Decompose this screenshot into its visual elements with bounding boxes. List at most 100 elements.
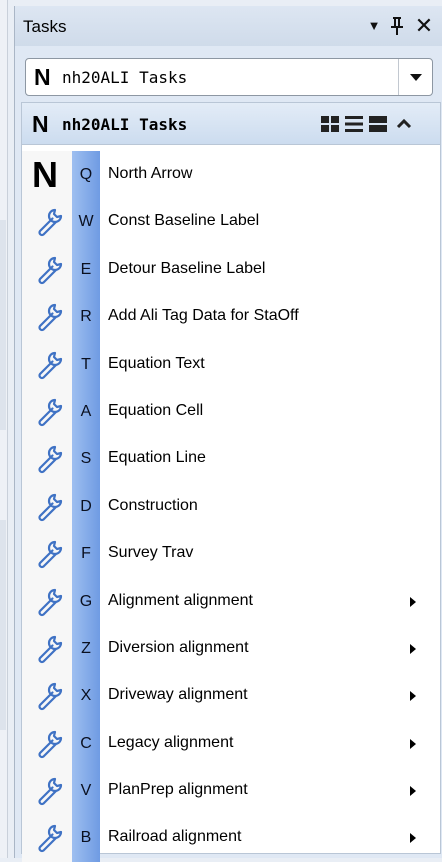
task-key-cell: X (72, 672, 100, 720)
task-shortcut-key: E (80, 260, 92, 278)
submenu-arrow-icon (410, 833, 416, 844)
task-key-cell: T (72, 340, 100, 388)
task-label: North Arrow (108, 165, 193, 182)
wrench-icon (34, 776, 64, 806)
task-item[interactable]: E Detour Baseline Label (22, 245, 440, 294)
wrench-icon (34, 681, 64, 711)
task-item[interactable]: X Driveway alignment (22, 672, 440, 720)
task-item[interactable]: W Const Baseline Label (22, 198, 440, 246)
task-item[interactable]: F Survey Trav (22, 530, 440, 578)
task-item[interactable]: R Add Ali Tag Data for StaOff (22, 293, 440, 341)
pane-pin-button[interactable] (386, 14, 408, 38)
task-key-cell: E (72, 245, 100, 294)
task-icon-cell (22, 340, 72, 388)
task-shortcut-key: D (80, 497, 92, 515)
icon-view-icon (321, 116, 339, 132)
list-view-button[interactable] (344, 114, 364, 134)
task-item[interactable]: T Equation Text (22, 340, 440, 388)
task-shortcut-key: F (81, 545, 91, 563)
task-item[interactable]: Z Diversion alignment (22, 624, 440, 673)
task-key-cell: F (72, 530, 100, 578)
pane-close-button[interactable]: ✕ (411, 14, 437, 38)
task-key-cell: C (72, 719, 100, 768)
submenu-arrow-icon (410, 738, 416, 749)
wrench-icon (34, 302, 64, 332)
task-icon-cell (22, 482, 72, 531)
task-item[interactable]: D Construction (22, 482, 440, 531)
wrench-icon (34, 823, 64, 853)
chevron-up-icon (396, 118, 412, 129)
task-label: Alignment alignment (108, 591, 253, 609)
task-icon-cell (22, 245, 72, 294)
pane-options-button[interactable]: ▼ (363, 14, 385, 38)
n-logo-icon: N (32, 154, 58, 195)
wrench-icon (34, 634, 64, 664)
task-shortcut-key: C (80, 734, 92, 752)
task-label: Legacy alignment (108, 733, 234, 751)
task-label: PlanPrep alignment (108, 781, 248, 799)
dropdown-button[interactable] (398, 59, 432, 95)
task-set-dropdown[interactable]: N nh20ALI Tasks (25, 58, 433, 96)
task-item[interactable]: V PlanPrep alignment (22, 767, 440, 815)
task-list: N Q North Arrow W Const Baseline Label E Detou… (22, 151, 440, 862)
task-key-cell: B (72, 814, 100, 862)
task-label: Detour Baseline Label (108, 259, 266, 277)
gutter-notch (0, 220, 6, 430)
task-icon-cell (22, 577, 72, 625)
task-item[interactable]: A Equation Cell (22, 387, 440, 436)
task-set-value: nh20ALI Tasks (62, 68, 188, 87)
pane-title: Tasks (23, 17, 67, 36)
task-key-cell: G (72, 577, 100, 625)
task-label: Const Baseline Label (108, 212, 260, 230)
collapse-section-button[interactable] (394, 114, 414, 134)
list-view-icon (345, 116, 363, 132)
task-key-cell: Q (72, 151, 100, 199)
wrench-icon (34, 444, 64, 474)
task-item[interactable]: C Legacy alignment (22, 719, 440, 768)
task-key-cell: W (72, 198, 100, 246)
detail-view-icon (369, 116, 387, 132)
wrench-icon (34, 539, 64, 569)
task-item[interactable]: B Railroad alignment (22, 814, 440, 862)
task-label: Add Ali Tag Data for StaOff (108, 307, 299, 325)
gutter-notch (0, 520, 6, 730)
task-label: Construction (108, 496, 198, 514)
submenu-arrow-icon (410, 596, 416, 607)
chevron-down-icon (410, 74, 422, 81)
task-shortcut-key: A (80, 402, 92, 420)
wrench-icon (34, 729, 64, 759)
task-shortcut-key: R (80, 308, 92, 326)
task-key-cell: D (72, 482, 100, 531)
task-icon-cell: N (22, 151, 72, 199)
task-icon-cell (22, 387, 72, 436)
task-shortcut-key: T (81, 355, 91, 373)
n-logo-icon: N (34, 64, 51, 90)
task-item[interactable]: N Q North Arrow (22, 151, 440, 199)
task-icon-cell (22, 767, 72, 815)
wrench-icon (34, 255, 64, 285)
task-key-cell: R (72, 293, 100, 341)
task-icon-cell (22, 530, 72, 578)
pin-icon (391, 17, 403, 35)
task-item[interactable]: G Alignment alignment (22, 577, 440, 625)
task-shortcut-key: B (80, 829, 92, 847)
detail-view-button[interactable] (368, 114, 388, 134)
icon-view-button[interactable] (320, 114, 340, 134)
section-header[interactable]: N nh20ALI Tasks (22, 103, 440, 145)
task-icon-cell (22, 198, 72, 246)
task-label: Equation Line (108, 449, 206, 467)
task-shortcut-key: Z (81, 639, 91, 657)
close-icon: ✕ (414, 13, 434, 38)
task-shortcut-key: W (78, 213, 94, 231)
task-item[interactable]: S Equation Line (22, 435, 440, 483)
task-key-cell: S (72, 435, 100, 483)
wrench-icon (34, 350, 64, 380)
task-shortcut-key: S (80, 450, 92, 468)
task-label: Equation Cell (108, 401, 204, 419)
task-key-cell: Z (72, 624, 100, 673)
pane-titlebar[interactable]: Tasks ▼ ✕ (15, 6, 442, 46)
submenu-arrow-icon (410, 643, 416, 654)
tasks-pane: Tasks ▼ ✕ N nh20ALI Tasks N nh20ALI Task… (14, 6, 442, 862)
wrench-icon (34, 397, 64, 427)
task-icon-cell (22, 672, 72, 720)
